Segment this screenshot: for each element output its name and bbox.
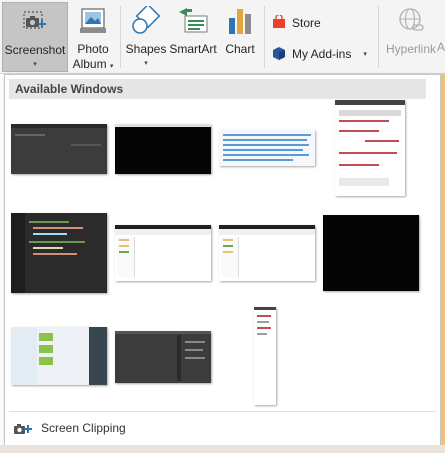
window-thumb-document-list[interactable] <box>219 130 315 166</box>
window-thumb-file-explorer-2[interactable] <box>219 225 315 281</box>
shapes-button[interactable]: Shapes ▾ <box>124 2 168 72</box>
store-button[interactable]: Store <box>272 12 321 34</box>
window-thumb-tall-narrow[interactable] <box>254 307 276 405</box>
addins-icon <box>272 46 286 63</box>
smartart-button[interactable]: SmartArt <box>168 2 218 72</box>
screenshot-dropdown: Available Windows Screen Clipping <box>4 74 441 446</box>
window-thumb-code-editor[interactable] <box>11 213 107 293</box>
available-windows-header: Available Windows <box>9 79 426 99</box>
window-thumb-dark-editor[interactable] <box>115 331 211 383</box>
chevron-down-icon: ▾ <box>363 51 367 58</box>
ribbon-cutoff-label: A <box>437 40 445 54</box>
my-addins-label: My Add-ins <box>292 47 352 61</box>
camera-icon <box>21 7 49 38</box>
screen-clipping-label: Screen Clipping <box>41 421 126 435</box>
hyperlink-button[interactable]: Hyperlink <box>384 2 438 72</box>
ribbon-separator <box>120 6 121 68</box>
window-thumb-black[interactable] <box>115 124 211 174</box>
window-thumb-settings-app[interactable] <box>11 327 107 385</box>
bar-chart-icon <box>226 6 254 39</box>
window-thumb-web-page[interactable] <box>335 100 405 196</box>
shapes-icon <box>130 3 162 41</box>
chevron-down-icon: ▾ <box>33 61 37 68</box>
slide-background-bottom <box>0 445 445 453</box>
hyperlink-label: Hyperlink <box>385 42 436 56</box>
store-label: Store <box>292 16 321 30</box>
my-addins-button[interactable]: My Add-ins ▾ <box>272 43 367 65</box>
screenshot-button[interactable]: Screenshot ▾ <box>2 2 68 72</box>
window-thumb-black-2[interactable] <box>323 215 419 291</box>
photo-album-button[interactable]: Photo Album ▾ <box>70 2 116 72</box>
shapes-label: Shapes <box>125 42 167 56</box>
store-icon <box>272 13 286 32</box>
screenshot-label: Screenshot <box>4 43 66 57</box>
ribbon: Screenshot ▾ Photo Album ▾ Shapes ▾ Smar… <box>0 0 445 74</box>
ribbon-separator <box>264 6 265 68</box>
footer-divider <box>9 411 436 412</box>
chart-label: Chart <box>225 42 255 56</box>
screen-clipping-icon <box>13 419 35 437</box>
globe-link-icon <box>396 6 426 39</box>
slide-background-edge <box>441 74 445 453</box>
chevron-down-icon: ▾ <box>109 63 114 70</box>
smartart-icon <box>177 6 209 39</box>
screen-clipping-button[interactable]: Screen Clipping <box>9 413 436 443</box>
window-thumb-dark-app[interactable] <box>11 124 107 174</box>
window-thumb-file-explorer-1[interactable] <box>115 225 211 281</box>
photo-album-label-2: Album ▾ <box>72 57 114 71</box>
ribbon-separator <box>378 6 379 68</box>
photo-album-label-1: Photo <box>77 42 109 56</box>
chart-button[interactable]: Chart <box>222 2 258 72</box>
photo-album-icon <box>78 6 108 39</box>
chevron-down-icon: ▾ <box>144 60 148 67</box>
smartart-label: SmartArt <box>169 42 217 56</box>
